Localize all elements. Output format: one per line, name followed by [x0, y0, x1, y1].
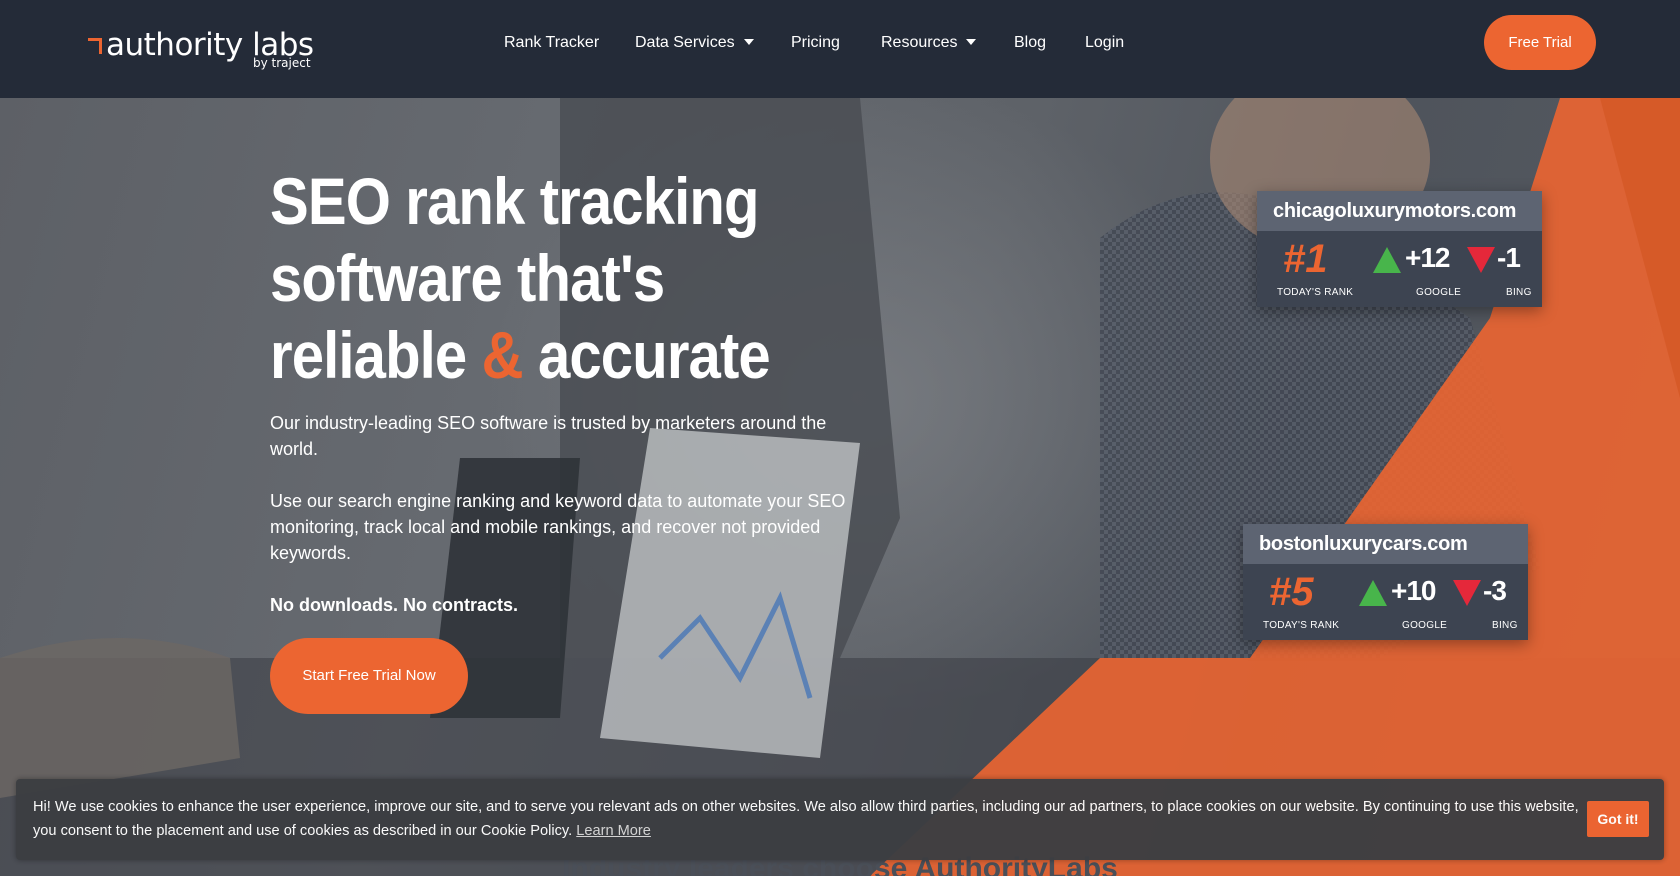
cookie-accept-button[interactable]: Got it! [1587, 801, 1649, 837]
nav-item-label: Data Services [635, 34, 735, 51]
learn-more-link[interactable]: Learn More [576, 823, 651, 839]
rank-card-domain: chicagoluxurymotors.com [1257, 191, 1542, 231]
rank-card: chicagoluxurymotors.com #1 +12 -1 TODAY'… [1257, 191, 1542, 307]
caret-down-icon [966, 38, 977, 45]
no-contracts-text: No downloads. No contracts. [270, 595, 519, 615]
arrow-up-icon [1373, 247, 1401, 273]
headline-line-1: SEO rank tracking [270, 164, 759, 238]
rank-card-bing-label: BING [1492, 620, 1518, 631]
nav-item-rank-tracker[interactable]: Rank Tracker [504, 30, 599, 56]
arrow-down-icon [1467, 247, 1495, 273]
headline-line-3a: reliable [270, 318, 467, 392]
free-trial-button[interactable]: Free Trial [1484, 15, 1596, 70]
rank-card-rank: #1 [1283, 237, 1328, 281]
rank-card-bing-change: -3 [1483, 575, 1507, 606]
nav-item-pricing[interactable]: Pricing [791, 30, 840, 56]
cookie-banner: Hi! We use cookies to enhance the user e… [16, 779, 1664, 860]
logo-subtext: by traject [253, 56, 311, 70]
nav-item-login[interactable]: Login [1085, 30, 1124, 56]
arrow-up-icon [1359, 580, 1387, 606]
rank-card-rank-label: TODAY'S RANK [1277, 287, 1354, 298]
rank-card-google-change: +10 [1391, 575, 1436, 606]
rank-card-google-label: GOOGLE [1416, 287, 1462, 298]
rank-card: bostonluxurycars.com #5 +10 -3 TODAY'S R… [1243, 524, 1528, 640]
hero-headline: SEO rank tracking software that's reliab… [270, 163, 816, 394]
headline-ampersand: & [481, 318, 524, 392]
hero-paragraph-2: Use our search engine ranking and keywor… [270, 491, 846, 563]
rank-card-rank-label: TODAY'S RANK [1263, 620, 1340, 631]
arrow-down-icon [1453, 580, 1481, 606]
rank-card-google-label: GOOGLE [1402, 620, 1448, 631]
nav-item-label: Pricing [791, 34, 840, 51]
cookie-message: Hi! We use cookies to enhance the user e… [33, 795, 1593, 843]
cookie-text: Hi! We use cookies to enhance the user e… [33, 799, 1579, 839]
nav-item-data-services[interactable]: Data Services [635, 30, 754, 56]
authority-labs-logo[interactable]: authority labs by traject [88, 26, 328, 74]
nav-item-label: Rank Tracker [504, 34, 600, 51]
rank-card-google-change: +12 [1405, 242, 1450, 273]
logo-bracket-icon [88, 38, 102, 54]
rank-card-bing-change: -1 [1497, 242, 1521, 273]
headline-line-2: software that's [270, 241, 665, 315]
start-free-trial-button[interactable]: Start Free Trial Now [270, 638, 468, 714]
rank-card-rank: #5 [1269, 570, 1314, 614]
nav-item-resources[interactable]: Resources [881, 30, 977, 56]
hero-section: SEO rank tracking software that's reliab… [0, 98, 1680, 876]
nav-item-label: Resources [881, 34, 958, 51]
rank-card-domain: bostonluxurycars.com [1243, 524, 1528, 564]
nav-item-blog[interactable]: Blog [1014, 30, 1046, 56]
rank-card-bing-label: BING [1506, 287, 1532, 298]
headline-line-3b: accurate [537, 318, 771, 392]
nav-item-label: Login [1085, 34, 1125, 51]
top-navbar: authority labs by traject Rank Tracker D… [0, 0, 1680, 98]
caret-down-icon [743, 38, 754, 45]
nav-item-label: Blog [1014, 34, 1047, 51]
hero-paragraph-1: Our industry-leading SEO software is tru… [270, 413, 827, 459]
